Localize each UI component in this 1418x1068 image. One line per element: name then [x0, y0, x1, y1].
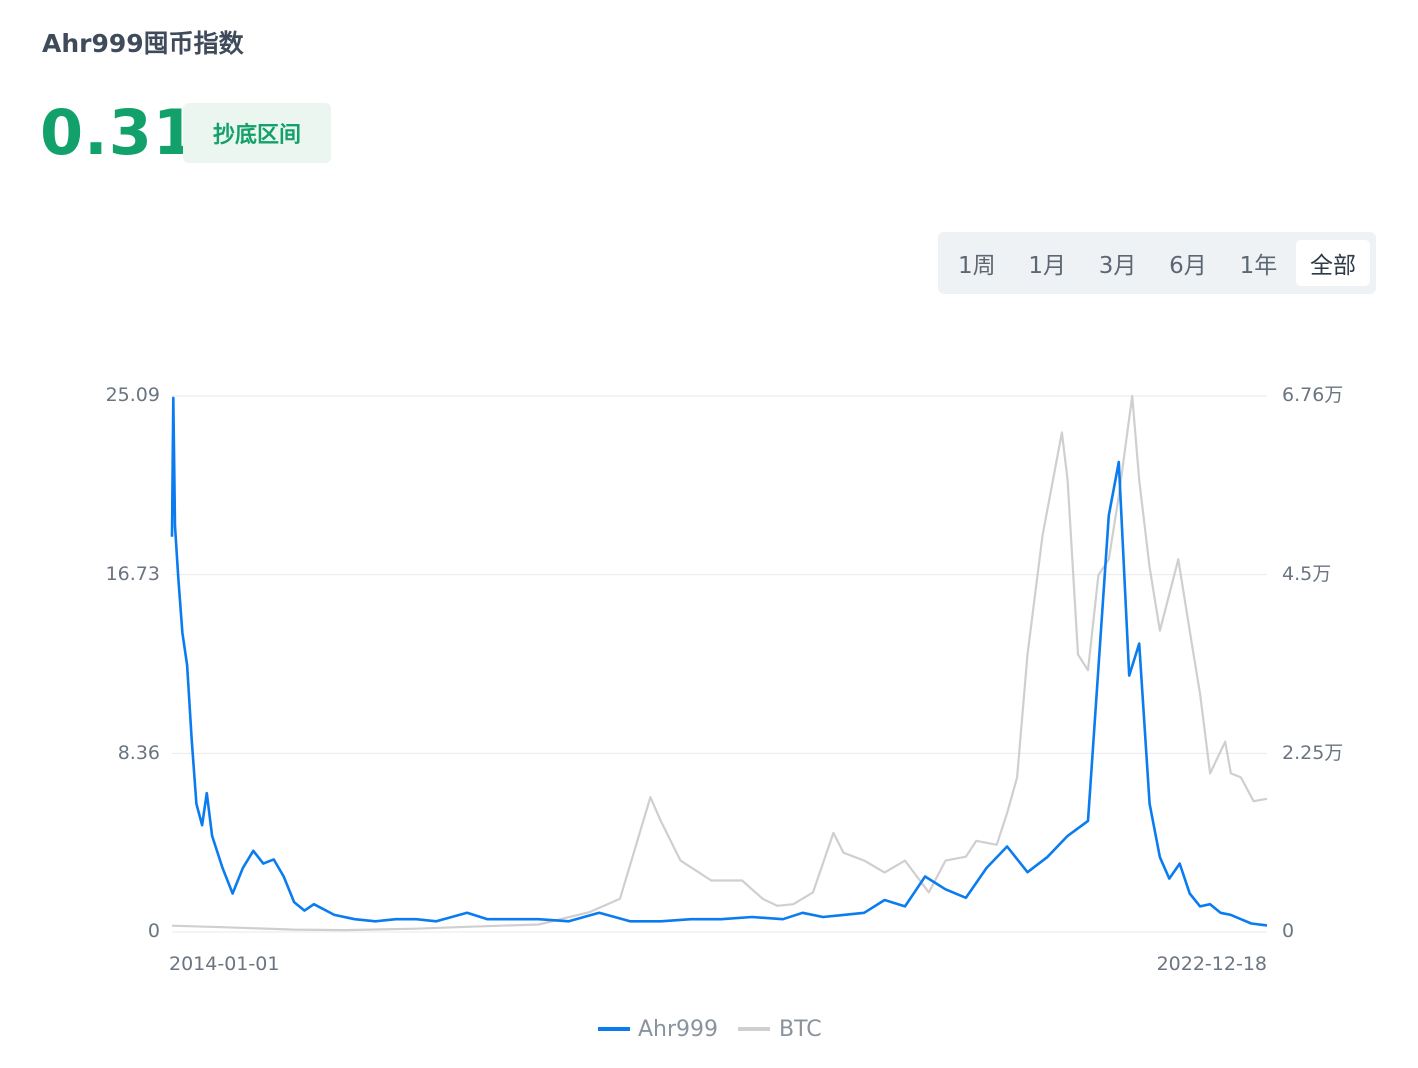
legend-item-btc[interactable]: BTC [738, 1017, 822, 1042]
right-tick-label: 6.76万 [1282, 384, 1343, 406]
series-line-ahr999[interactable] [170, 396, 1268, 927]
x-tick-label-end: 2022-12-18 [1157, 953, 1267, 975]
legend-label-ahr999: Ahr999 [638, 1017, 718, 1042]
series-line-btc[interactable] [171, 394, 1268, 932]
line-chart[interactable]: 0 8.36 16.73 25.09 0 2.25万 4.5万 6.76万 20… [0, 0, 1418, 1068]
series-layer [170, 394, 1268, 932]
right-tick-label: 2.25万 [1282, 742, 1343, 764]
legend-label-btc: BTC [779, 1017, 822, 1042]
left-tick-label: 0 [148, 920, 160, 942]
legend-item-ahr999[interactable]: Ahr999 [598, 1017, 718, 1042]
left-tick-label: 8.36 [118, 742, 160, 764]
left-tick-label: 16.73 [106, 563, 160, 585]
left-tick-label: 25.09 [106, 384, 160, 406]
legend: Ahr999 BTC [598, 1017, 822, 1042]
grid-lines [172, 395, 1267, 933]
x-tick-label-start: 2014-01-01 [169, 953, 279, 975]
right-tick-label: 4.5万 [1282, 563, 1331, 585]
axis-labels: 0 8.36 16.73 25.09 0 2.25万 4.5万 6.76万 20… [106, 384, 1344, 975]
right-tick-label: 0 [1282, 920, 1294, 942]
